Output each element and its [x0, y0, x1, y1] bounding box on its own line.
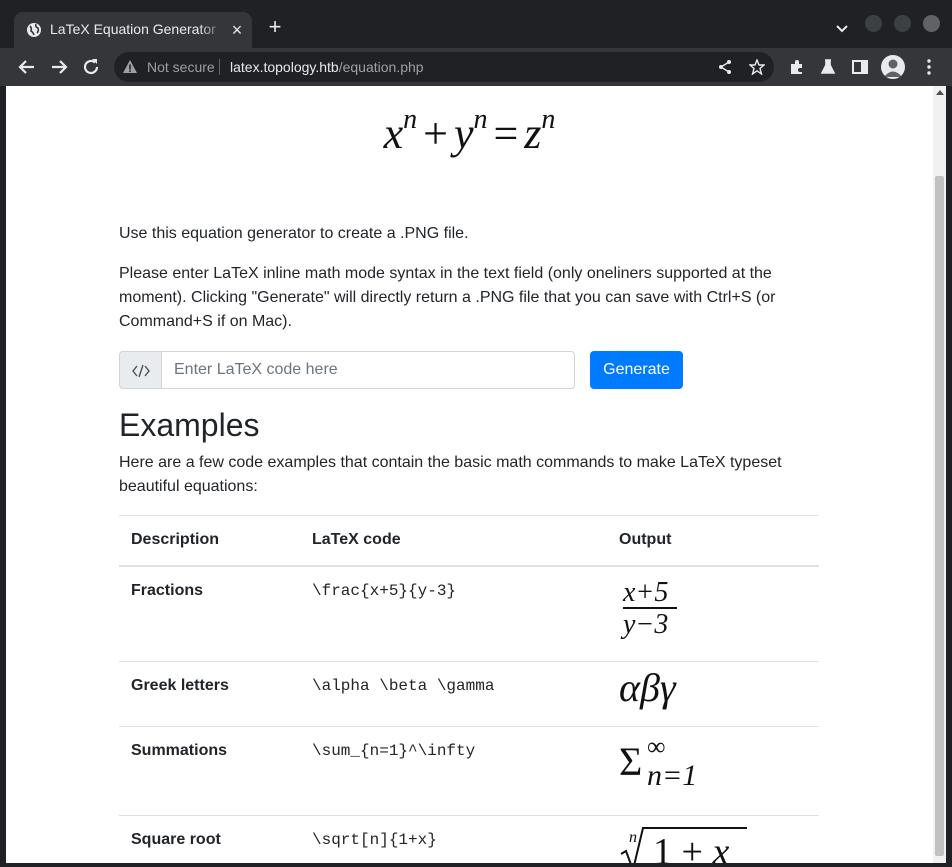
greek-output-image: αβγ [607, 660, 819, 726]
intro-text: Use this equation generator to create a … [119, 225, 469, 242]
examples-intro: Here are a few code examples that contai… [119, 454, 782, 495]
row-code: \frac{x+5}{y-3} [300, 565, 607, 661]
security-label[interactable]: Not secure [147, 59, 215, 75]
profile-avatar[interactable] [881, 55, 905, 79]
browser-tab[interactable]: LaTeX Equation Generator × [14, 12, 252, 48]
warning-icon[interactable] [122, 59, 138, 75]
chevron-down-icon[interactable] [832, 19, 852, 39]
generate-button[interactable]: Generate [590, 351, 683, 389]
input-prefix [119, 351, 162, 389]
svg-text:n: n [629, 829, 637, 846]
examples-heading: Examples [119, 407, 260, 443]
url-host: latex.topology.htb [230, 59, 339, 75]
instructions-text: Please enter LaTeX inline math mode synt… [119, 265, 776, 330]
person-icon [884, 59, 902, 77]
code-icon [132, 364, 150, 378]
svg-text:Σ: Σ [619, 739, 642, 784]
summation-output-image: Σ ∞ n=1 [607, 725, 819, 815]
svg-text:n=1: n=1 [647, 759, 697, 787]
maximize-button[interactable] [894, 15, 911, 32]
header-latex-code: LaTeX code [300, 515, 607, 567]
header-output: Output [607, 515, 819, 567]
flask-icon[interactable] [819, 58, 837, 76]
page-viewport: xn + yn = zn Use this equation generator to … [6, 86, 946, 863]
table-row: Greek letters \alpha \beta \gamma αβγ [119, 660, 819, 726]
reload-icon[interactable] [80, 56, 102, 78]
share-icon[interactable] [717, 59, 733, 75]
latex-input[interactable] [161, 351, 575, 389]
minimize-button[interactable] [865, 15, 882, 32]
fraction-output-image: x+5 y−3 [607, 565, 819, 661]
sqrt-output-image: n 1 + x [607, 814, 819, 864]
latex-input-group [119, 351, 575, 389]
header-description: Description [119, 515, 300, 567]
close-tab-icon[interactable]: × [228, 21, 246, 39]
svg-text:∞: ∞ [647, 732, 666, 761]
tab-title: LaTeX Equation Generator [50, 21, 216, 37]
vertical-scrollbar[interactable] [933, 86, 946, 863]
table-row: Summations \sum_{n=1}^\infty Σ ∞ n=1 [119, 725, 819, 815]
table-header-row: Description LaTeX code Output [119, 515, 819, 567]
row-description: Square root [119, 814, 300, 863]
forward-arrow-icon[interactable] [48, 56, 70, 78]
url-text[interactable]: latex.topology.htb/equation.php [230, 59, 424, 75]
row-code: \alpha \beta \gamma [300, 660, 607, 726]
new-tab-button[interactable]: + [264, 16, 286, 38]
back-arrow-icon[interactable] [16, 56, 38, 78]
row-description: Summations [119, 725, 300, 815]
svg-text:y−3: y−3 [620, 609, 668, 639]
window-close-button[interactable] [923, 15, 940, 32]
extensions-puzzle-icon[interactable] [788, 58, 806, 76]
table-row: Fractions \frac{x+5}{y-3} x+5 y−3 [119, 565, 819, 661]
svg-text:x+5: x+5 [622, 577, 668, 608]
omnibox-divider [219, 59, 220, 75]
scrollbar-thumb[interactable] [935, 176, 944, 856]
row-code: \sqrt[n]{1+x} [300, 814, 607, 863]
browser-toolbar: Not secure latex.topology.htb/equation.p… [0, 48, 952, 86]
address-bar[interactable]: Not secure latex.topology.htb/equation.p… [114, 52, 774, 82]
examples-table: Description LaTeX code Output Fractions … [119, 515, 819, 863]
side-panel-icon[interactable] [851, 58, 869, 76]
globe-icon [27, 23, 41, 37]
svg-text:1 + x: 1 + x [653, 831, 729, 864]
url-path: /equation.php [338, 59, 424, 75]
scroll-up-arrow-icon[interactable] [936, 90, 944, 95]
tab-strip: LaTeX Equation Generator × + [0, 0, 952, 48]
more-menu-icon[interactable] [920, 58, 938, 76]
row-description: Fractions [119, 565, 300, 661]
table-row: Square root \sqrt[n]{1+x} n 1 + x [119, 814, 819, 864]
bookmark-star-icon[interactable] [749, 59, 765, 75]
row-description: Greek letters [119, 660, 300, 726]
hero-equation-image: xn + yn = zn [383, 104, 556, 158]
browser-window: LaTeX Equation Generator × + Not secure … [0, 0, 952, 867]
row-code: \sum_{n=1}^\infty [300, 725, 607, 815]
